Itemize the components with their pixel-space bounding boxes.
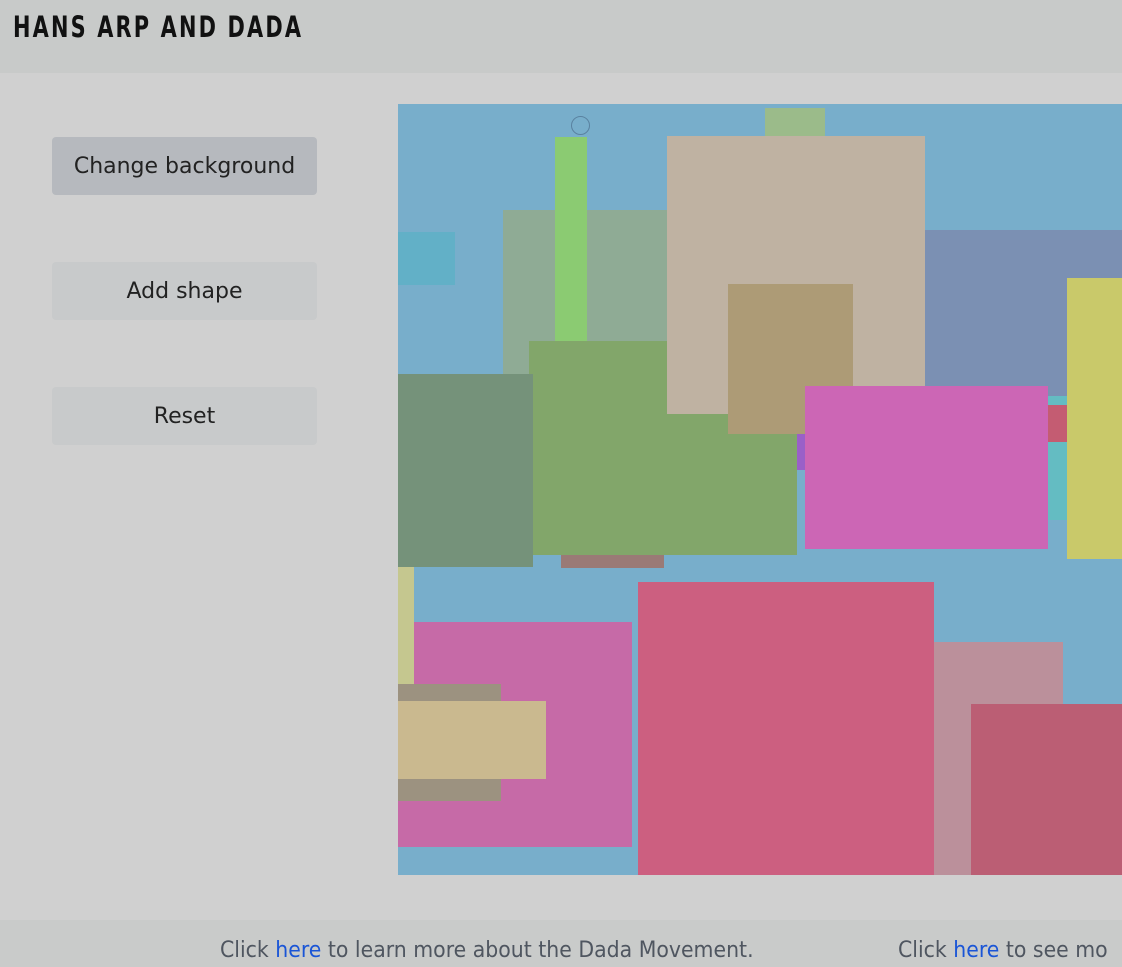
footer-text: Click [898, 938, 954, 963]
canvas-shape [398, 567, 414, 701]
change-background-button[interactable]: Change background [52, 137, 317, 195]
canvas-shape [1067, 278, 1122, 559]
canvas-shape [555, 137, 587, 345]
canvas-shape [398, 701, 546, 779]
page-title: HANS ARP AND DADA [13, 10, 304, 44]
reset-button[interactable]: Reset [52, 387, 317, 445]
art-canvas[interactable] [398, 104, 1122, 875]
canvas-shape [398, 374, 533, 567]
canvas-shape [805, 386, 1048, 549]
footer-text: to see mo [999, 938, 1108, 963]
canvas-shape [398, 232, 455, 285]
header: HANS ARP AND DADA [0, 0, 1122, 73]
canvas-shape [971, 704, 1122, 875]
cursor-circle [571, 116, 590, 135]
add-shape-button[interactable]: Add shape [52, 262, 317, 320]
footer-text: Click [220, 938, 276, 963]
footer-see-more-text: Click here to see mo [898, 938, 1108, 963]
canvas-shape [638, 582, 934, 875]
dada-movement-link[interactable]: here [275, 938, 321, 963]
see-more-link[interactable]: here [953, 938, 999, 963]
footer-dada-text: Click here to learn more about the Dada … [220, 938, 754, 963]
footer-text: to learn more about the Dada Movement. [321, 938, 754, 963]
